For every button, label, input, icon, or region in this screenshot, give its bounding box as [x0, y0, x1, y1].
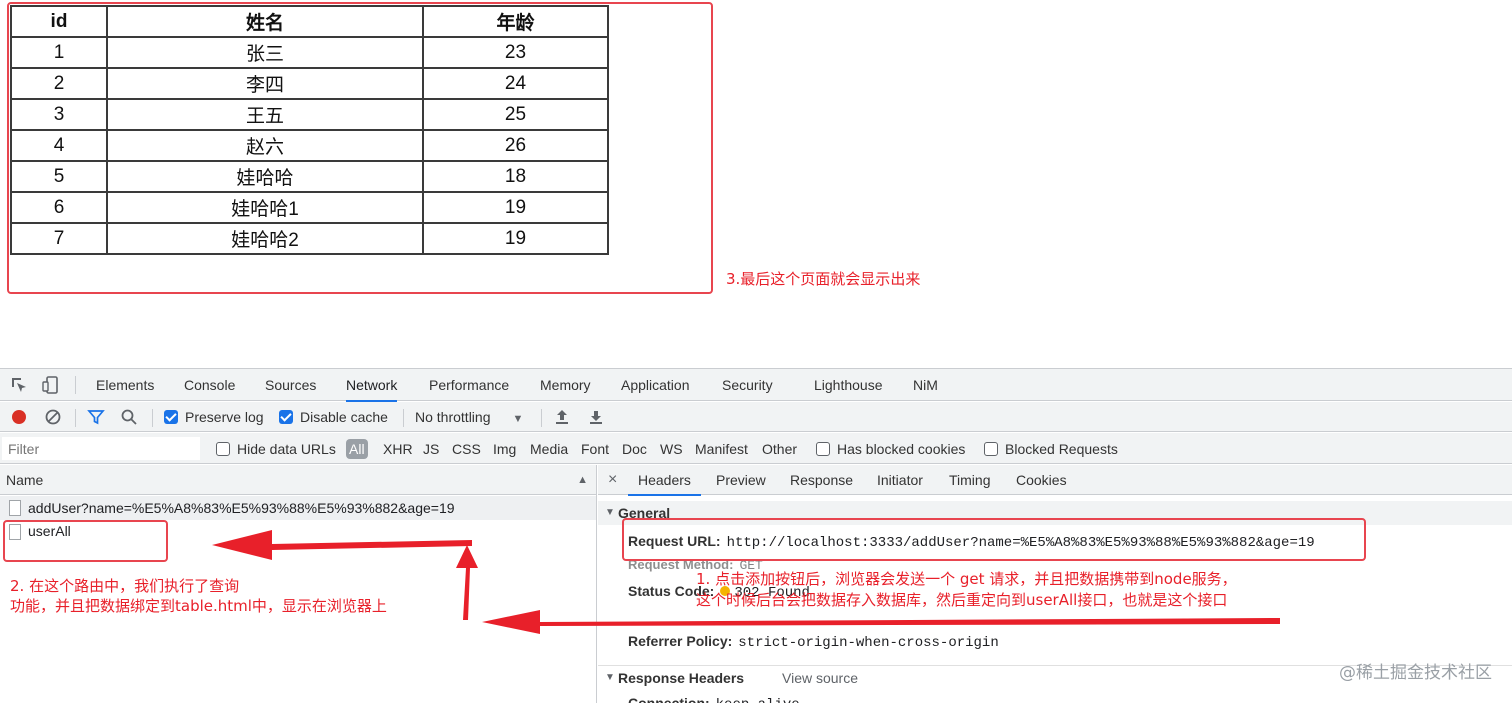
annotation-step-3: 3.最后这个页面就会显示出来 [726, 270, 921, 288]
tab-preview[interactable]: Preview [716, 465, 766, 495]
clear-icon[interactable] [44, 408, 62, 426]
tab-memory[interactable]: Memory [540, 369, 591, 401]
hide-data-urls-label: Hide data URLs [237, 441, 336, 457]
type-filter-js[interactable]: JS [423, 434, 439, 464]
checkbox-unchecked-icon [984, 442, 998, 456]
checkbox-checked-icon [279, 410, 293, 424]
record-icon[interactable] [10, 408, 28, 426]
checkbox-checked-icon [164, 410, 178, 424]
highlight-box-request-url [622, 518, 1366, 561]
hide-data-urls-checkbox[interactable]: Hide data URLs [216, 434, 336, 464]
has-blocked-cookies-checkbox[interactable]: Has blocked cookies [816, 434, 965, 464]
annotation-step-2-line2: 功能，并且把数据绑定到table.html中，显示在浏览器上 [10, 597, 387, 615]
referrer-policy-label: Referrer Policy: [628, 633, 733, 649]
type-filter-css[interactable]: CSS [452, 434, 481, 464]
tab-timing[interactable]: Timing [949, 465, 991, 495]
filter-icon[interactable] [87, 408, 105, 426]
tab-performance[interactable]: Performance [429, 369, 509, 401]
disable-cache-label: Disable cache [300, 409, 388, 425]
connection-row: Connection: keep-alive [628, 693, 800, 703]
throttling-value: No throttling [415, 409, 491, 425]
name-column-label: Name [6, 472, 44, 488]
filter-input[interactable] [2, 437, 200, 460]
document-icon [9, 500, 21, 516]
export-har-icon[interactable] [587, 408, 605, 426]
import-har-icon[interactable] [553, 408, 571, 426]
name-column-header[interactable]: Name ▲ [0, 465, 596, 495]
throttling-select[interactable]: No throttling ▼ [415, 402, 523, 432]
blocked-requests-label: Blocked Requests [1005, 441, 1118, 457]
tab-console[interactable]: Console [184, 369, 235, 401]
tab-initiator[interactable]: Initiator [877, 465, 923, 495]
type-filter-doc[interactable]: Doc [622, 434, 647, 464]
toolbar-separator [75, 409, 76, 427]
request-row-adduser[interactable]: addUser?name=%E5%A8%83%E5%93%88%E5%93%88… [0, 496, 596, 520]
tab-separator [75, 376, 76, 394]
tab-security[interactable]: Security [722, 369, 773, 401]
toolbar-separator [541, 409, 542, 427]
tab-nim[interactable]: NiM [913, 369, 938, 401]
checkbox-unchecked-icon [216, 442, 230, 456]
detail-tabbar: × Headers Preview Response Initiator Tim… [598, 465, 1512, 496]
referrer-policy-value: strict-origin-when-cross-origin [738, 635, 999, 651]
has-blocked-cookies-label: Has blocked cookies [837, 441, 966, 457]
tab-sources[interactable]: Sources [265, 369, 316, 401]
response-headers-title: Response Headers [618, 670, 745, 686]
search-icon[interactable] [120, 408, 138, 426]
tab-headers[interactable]: Headers [628, 465, 701, 496]
tab-cookies[interactable]: Cookies [1016, 465, 1067, 495]
tab-elements[interactable]: Elements [96, 369, 154, 401]
type-filter-xhr[interactable]: XHR [383, 434, 413, 464]
request-name: addUser?name=%E5%A8%83%E5%93%88%E5%93%88… [28, 500, 455, 516]
tab-application[interactable]: Application [621, 369, 690, 401]
dropdown-arrow-icon: ▼ [512, 413, 524, 425]
preserve-log-label: Preserve log [185, 409, 264, 425]
toolbar-separator [152, 409, 153, 427]
type-filter-img[interactable]: Img [493, 434, 516, 464]
annotation-step-1-line1: 1. 点击添加按钮后，浏览器会发送一个 get 请求，并且把数据携带到node服… [696, 570, 1237, 588]
type-filter-other[interactable]: Other [762, 434, 797, 464]
type-filter-media[interactable]: Media [530, 434, 568, 464]
close-detail-icon[interactable]: × [608, 465, 617, 495]
tab-lighthouse[interactable]: Lighthouse [814, 369, 883, 401]
annotation-step-1-line2: 这个时候后台会把数据存入数据库，然后重定向到userAll接口，也就是这个接口 [696, 591, 1228, 609]
sort-ascending-icon: ▲ [577, 474, 588, 486]
tab-network[interactable]: Network [346, 369, 398, 402]
collapse-triangle-icon: ▼ [605, 507, 615, 518]
device-toolbar-icon[interactable] [42, 376, 60, 394]
network-toolbar: Preserve log Disable cache No throttling… [0, 402, 1512, 432]
referrer-policy-row: Referrer Policy: strict-origin-when-cross… [628, 633, 999, 651]
disable-cache-checkbox[interactable]: Disable cache [279, 402, 388, 432]
connection-value: keep-alive [716, 697, 800, 703]
inspect-element-icon[interactable] [10, 376, 28, 394]
blocked-requests-checkbox[interactable]: Blocked Requests [984, 434, 1118, 464]
filter-bar: Hide data URLs All XHR JS CSS Img Media … [0, 433, 1512, 464]
watermark: @稀土掘金技术社区 [1339, 663, 1492, 683]
preserve-log-checkbox[interactable]: Preserve log [164, 402, 264, 432]
toolbar-separator [403, 409, 404, 427]
collapse-triangle-icon: ▼ [605, 672, 615, 683]
view-source-link[interactable]: View source [782, 666, 858, 690]
type-all-label: All [346, 439, 368, 459]
type-filter-ws[interactable]: WS [660, 434, 683, 464]
type-filter-all[interactable]: All [346, 434, 368, 464]
type-filter-font[interactable]: Font [581, 434, 609, 464]
tab-response[interactable]: Response [790, 465, 853, 495]
connection-label: Connection: [628, 695, 710, 703]
rendered-page: id 姓名 年龄 1 张三 23 2 李四 24 3 王五 25 4 赵六 26 5 娃哈哈 18 … [0, 0, 1512, 368]
highlight-box-table [7, 2, 713, 294]
checkbox-unchecked-icon [816, 442, 830, 456]
type-filter-manifest[interactable]: Manifest [695, 434, 748, 464]
devtools-tabbar: Elements Console Sources Network Perform… [0, 369, 1512, 402]
annotation-step-2-line1: 2. 在这个路由中，我们执行了查询 [10, 577, 240, 595]
highlight-box-userall [3, 520, 168, 562]
